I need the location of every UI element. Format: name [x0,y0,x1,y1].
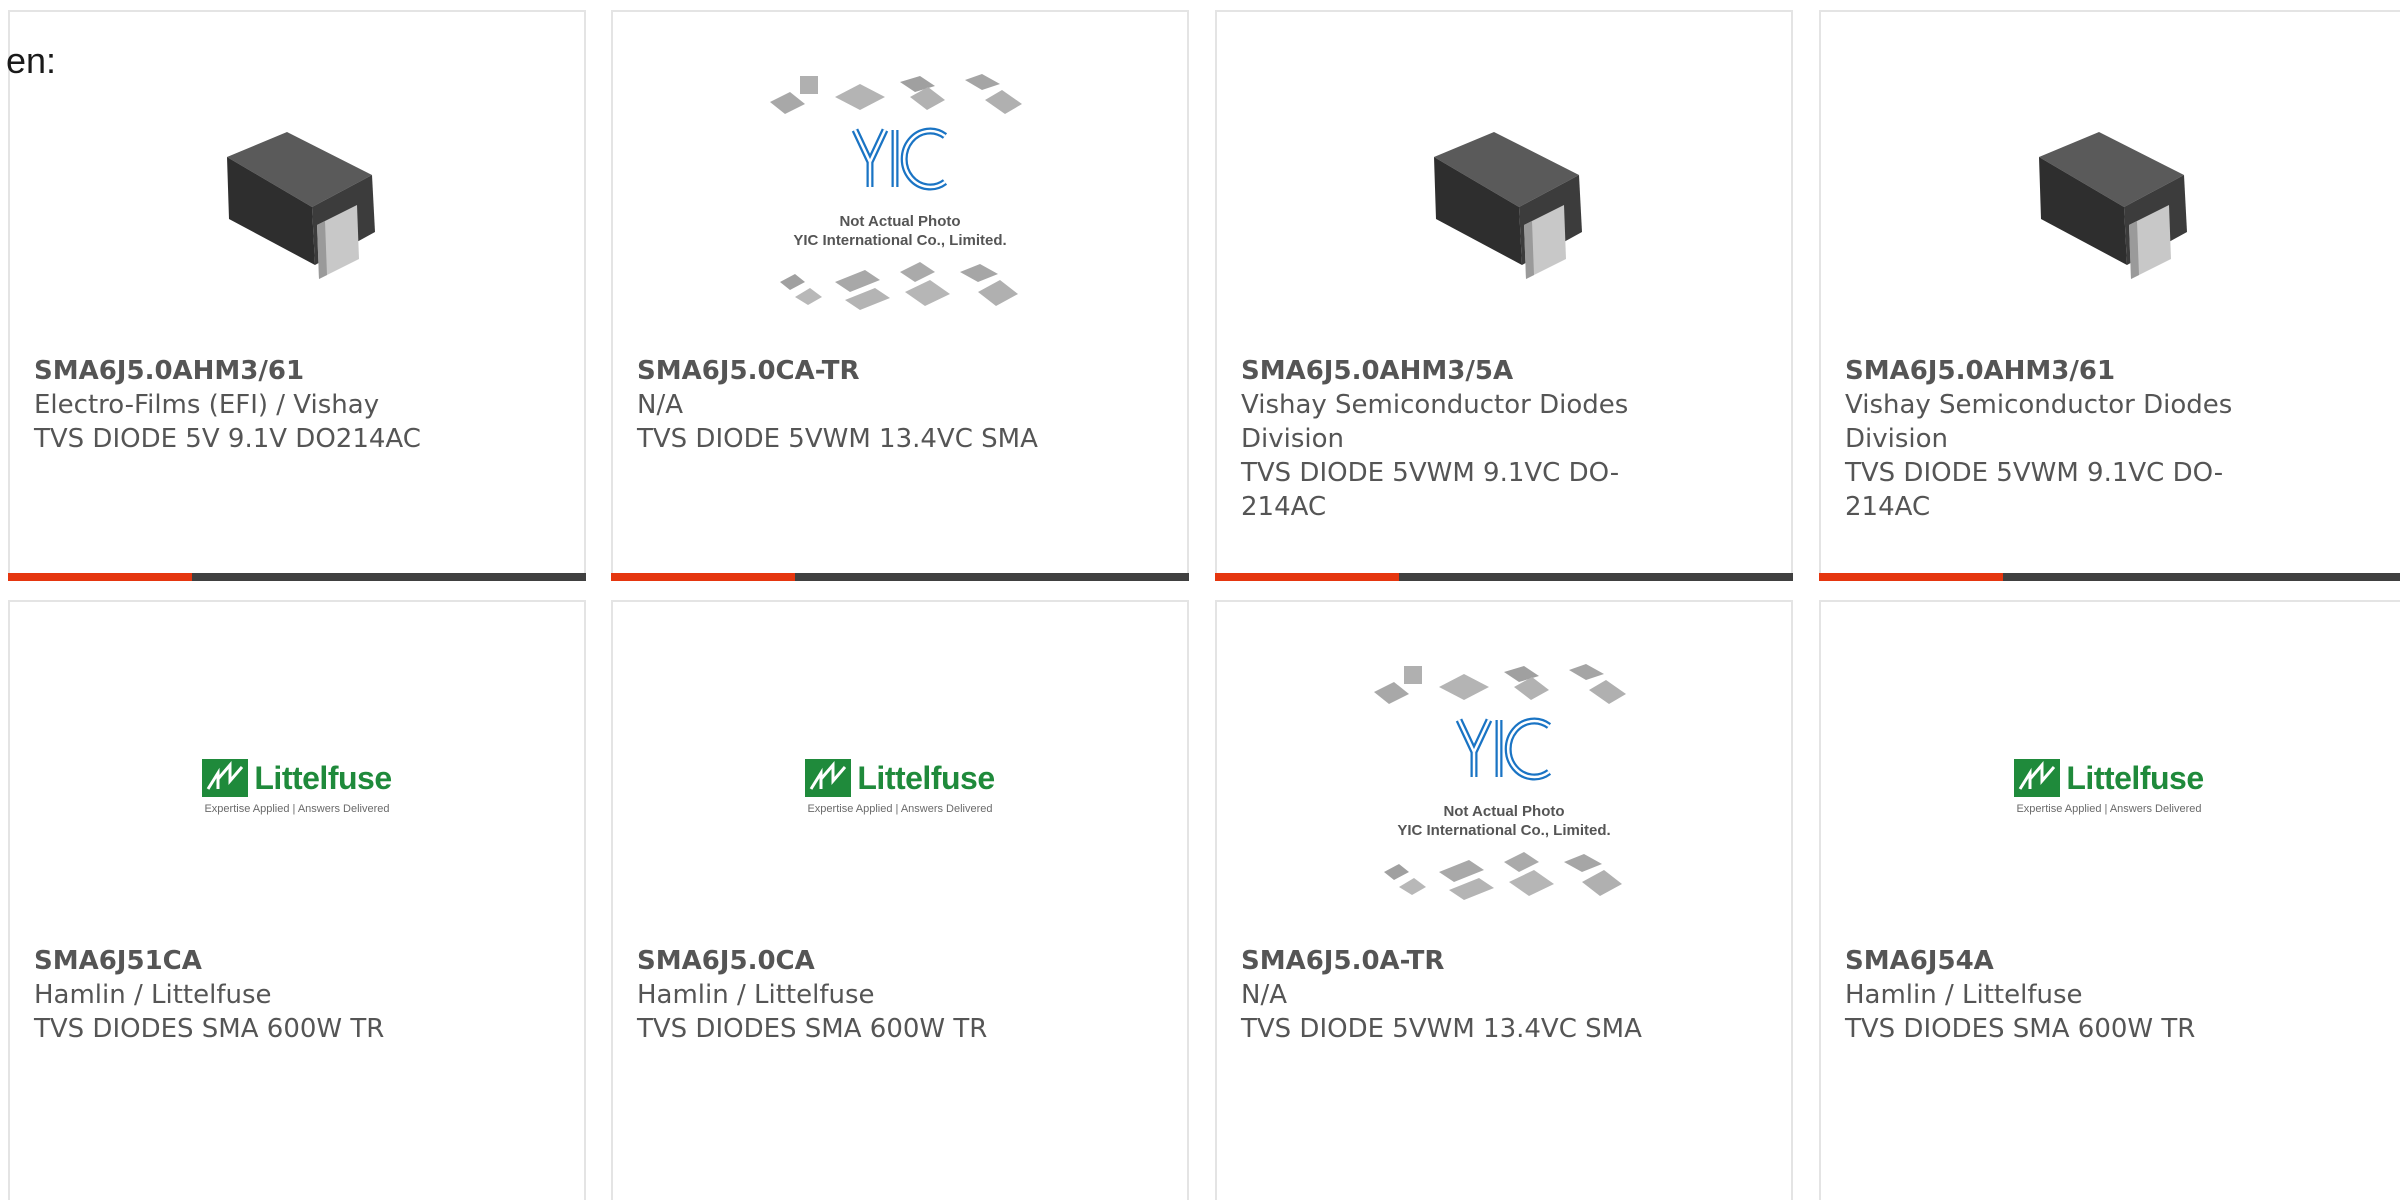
product-image[interactable]: Littelfuse Expertise Applied | Answers D… [1821,662,2397,912]
card-accent [1215,573,1399,581]
placeholder-line-1: Not Actual Photo [839,213,961,230]
logo-tagline: Expertise Applied | Answers Delivered [2016,803,2202,815]
manufacturer: Vishay Semiconductor Diodes Division [1241,390,1629,454]
logo-name: Littelfuse [254,759,392,796]
description: TVS DIODES SMA 600W TR [1845,1014,2196,1044]
placeholder-line-1: Not Actual Photo [1443,803,1565,820]
part-number[interactable]: SMA6J5.0AHM3/61 [1845,354,2265,388]
product-grid: SMA6J5.0AHM3/61 Electro-Films (EFI) / Vi… [8,10,2400,1200]
product-card[interactable]: SMA6J5.0AHM3/5A Vishay Semiconductor Dio… [1215,10,1793,581]
diode-package-icon [2039,132,2187,279]
littelfuse-mark-icon [805,759,852,797]
product-card[interactable]: Littelfuse Expertise Applied | Answers D… [1819,600,2400,1200]
product-card[interactable]: SMA6J5.0AHM3/61 Electro-Films (EFI) / Vi… [8,10,586,581]
placeholder-line-2: YIC International Co., Limited. [793,232,1007,249]
product-image[interactable]: Not Actual Photo YIC International Co., … [1217,662,1791,912]
part-number[interactable]: SMA6J51CA [34,944,494,978]
product-info: SMA6J51CA Hamlin / Littelfuse TVS DIODES… [34,944,494,1046]
product-info: SMA6J54A Hamlin / Littelfuse TVS DIODES … [1845,944,2305,1046]
logo-tagline: Expertise Applied | Answers Delivered [807,803,993,815]
description: TVS DIODE 5VWM 9.1VC DO-214AC [1241,458,1620,522]
part-number[interactable]: SMA6J54A [1845,944,2305,978]
card-bottom-bar [1215,573,1793,581]
part-number[interactable]: SMA6J5.0CA-TR [637,354,1097,388]
manufacturer: N/A [637,390,683,420]
yic-placeholder-image: Not Actual Photo YIC International Co., … [760,72,1040,322]
product-image[interactable] [10,72,584,322]
part-number[interactable]: SMA6J5.0CA [637,944,1097,978]
product-card[interactable]: Littelfuse Expertise Applied | Answers D… [611,600,1189,1200]
product-card[interactable]: Not Actual Photo YIC International Co., … [611,10,1189,581]
product-image[interactable] [1217,72,1791,322]
card-accent [611,573,795,581]
card-accent [1819,573,2003,581]
product-image[interactable]: Littelfuse Expertise Applied | Answers D… [613,662,1187,912]
card-bottom-bar [611,573,1189,581]
yic-placeholder-image: Not Actual Photo YIC International Co., … [1364,662,1644,912]
description: TVS DIODES SMA 600W TR [637,1014,988,1044]
product-info: SMA6J5.0CA-TR N/A TVS DIODE 5VWM 13.4VC … [637,354,1097,456]
littelfuse-logo: Littelfuse Expertise Applied | Answers D… [2014,759,2204,815]
product-info: SMA6J5.0AHM3/61 Electro-Films (EFI) / Vi… [34,354,494,456]
chip-packages-icon [770,74,1022,310]
language-label: en: [6,40,57,81]
littelfuse-logo: Littelfuse Expertise Applied | Answers D… [805,759,995,815]
product-info: SMA6J5.0A-TR N/A TVS DIODE 5VWM 13.4VC S… [1241,944,1701,1046]
logo-name: Littelfuse [2066,759,2204,796]
description: TVS DIODE 5V 9.1V DO214AC [34,424,421,454]
description: TVS DIODE 5VWM 9.1VC DO-214AC [1845,458,2224,522]
littelfuse-logo: Littelfuse Expertise Applied | Answers D… [202,759,392,815]
card-accent [8,573,192,581]
logo-tagline: Expertise Applied | Answers Delivered [204,803,390,815]
card-bottom-bar [1819,573,2400,581]
manufacturer: Hamlin / Littelfuse [1845,980,2083,1010]
part-number[interactable]: SMA6J5.0AHM3/5A [1241,354,1661,388]
placeholder-caption: Not Actual Photo YIC International Co., … [1364,802,1644,840]
product-card[interactable]: SMA6J5.0AHM3/61 Vishay Semiconductor Dio… [1819,10,2400,581]
manufacturer: Vishay Semiconductor Diodes Division [1845,390,2233,454]
diode-package-icon [207,97,387,297]
part-number[interactable]: SMA6J5.0AHM3/61 [34,354,494,388]
description: TVS DIODES SMA 600W TR [34,1014,385,1044]
product-image[interactable]: Not Actual Photo YIC International Co., … [613,72,1187,322]
product-card[interactable]: Littelfuse Expertise Applied | Answers D… [8,600,586,1200]
product-card[interactable]: Not Actual Photo YIC International Co., … [1215,600,1793,1200]
chip-packages-icon [1374,664,1626,900]
description: TVS DIODE 5VWM 13.4VC SMA [1241,1014,1642,1044]
manufacturer: Hamlin / Littelfuse [34,980,272,1010]
placeholder-caption: Not Actual Photo YIC International Co., … [760,212,1040,250]
diode-package-icon [1434,132,1582,279]
logo-name: Littelfuse [857,759,995,796]
manufacturer: Electro-Films (EFI) / Vishay [34,390,380,420]
manufacturer: N/A [1241,980,1287,1010]
littelfuse-mark-icon [202,759,249,797]
placeholder-line-2: YIC International Co., Limited. [1397,822,1611,839]
product-info: SMA6J5.0AHM3/5A Vishay Semiconductor Dio… [1241,354,1661,524]
product-info: SMA6J5.0CA Hamlin / Littelfuse TVS DIODE… [637,944,1097,1046]
description: TVS DIODE 5VWM 13.4VC SMA [637,424,1038,454]
card-bottom-bar [8,573,586,581]
littelfuse-mark-icon [2014,759,2061,797]
product-image[interactable] [1821,72,2397,322]
manufacturer: Hamlin / Littelfuse [637,980,875,1010]
product-info: SMA6J5.0AHM3/61 Vishay Semiconductor Dio… [1845,354,2265,524]
product-image[interactable]: Littelfuse Expertise Applied | Answers D… [10,662,584,912]
part-number[interactable]: SMA6J5.0A-TR [1241,944,1701,978]
